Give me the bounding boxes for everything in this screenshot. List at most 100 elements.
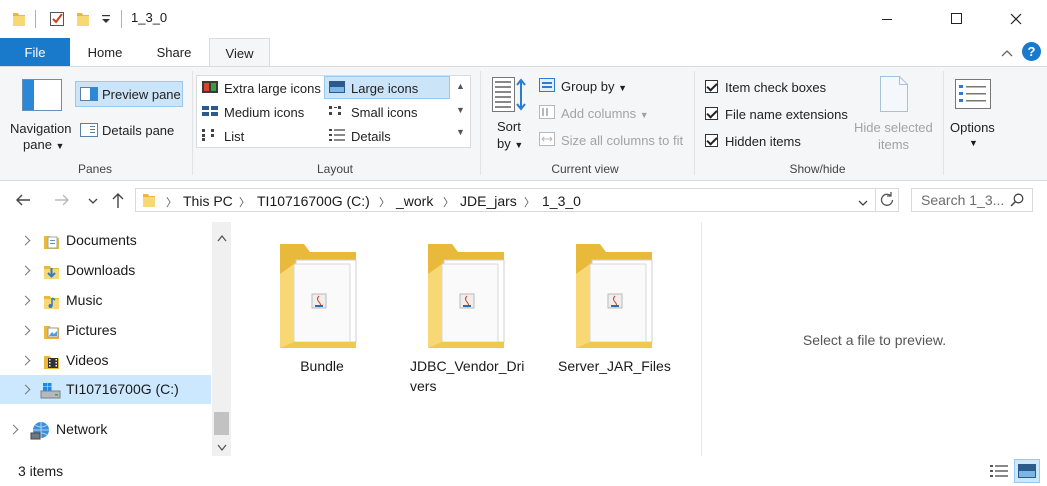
- nav-item-network[interactable]: Network: [0, 415, 211, 444]
- details-view-icon[interactable]: [990, 463, 1008, 482]
- expand-chevron-icon[interactable]: [8, 424, 19, 435]
- address-bar[interactable]: 〉 This PC 〉 TI10716700G (C:) 〉 _work 〉 J…: [135, 188, 876, 212]
- layout-small-icons[interactable]: Small icons: [351, 105, 417, 120]
- scroll-up-icon[interactable]: [217, 230, 227, 245]
- gallery-up-icon[interactable]: ▲: [456, 81, 465, 91]
- breadcrumb-drive[interactable]: TI10716700G (C:): [257, 193, 370, 209]
- options-dropdown-icon[interactable]: ▼: [969, 138, 978, 148]
- downloads-icon: [43, 263, 61, 284]
- add-columns-button[interactable]: Add columns ▼: [561, 106, 649, 121]
- large-icons-icon: [329, 81, 345, 96]
- address-dropdown-icon[interactable]: [858, 196, 868, 211]
- navigation-pane-label-2[interactable]: pane ▼: [23, 137, 64, 152]
- breadcrumb-jde-jars[interactable]: JDE_jars: [460, 193, 517, 209]
- nav-item-videos[interactable]: Videos: [0, 346, 211, 375]
- nav-item-documents[interactable]: Documents: [0, 226, 211, 255]
- layout-list[interactable]: List: [224, 129, 244, 144]
- file-name-extensions-checkbox[interactable]: [705, 107, 718, 120]
- drive-icon: [40, 382, 62, 403]
- preview-pane-icon: [80, 87, 98, 104]
- large-icons-view-button[interactable]: [1014, 459, 1040, 483]
- search-input[interactable]: Search 1_3...: [911, 188, 1033, 212]
- expand-chevron-icon[interactable]: [20, 384, 31, 395]
- folder-item[interactable]: JDBC_Vendor_Dri vers: [410, 242, 524, 394]
- size-all-columns-button[interactable]: Size all columns to fit: [561, 133, 683, 148]
- title-bar: 1_3_0: [0, 0, 1047, 38]
- group-by-button[interactable]: Group by ▼: [561, 79, 627, 94]
- folder-item[interactable]: Server_JAR_Files: [558, 242, 671, 374]
- maximize-button[interactable]: [934, 0, 980, 38]
- nav-item-pictures[interactable]: Pictures: [0, 316, 211, 345]
- layout-large-icons: Large icons: [351, 81, 419, 96]
- forward-icon[interactable]: [53, 192, 71, 211]
- customize-toolbar-icon[interactable]: [101, 10, 111, 28]
- hide-selected-items-button[interactable]: Hide selected: [854, 120, 933, 135]
- minimize-button[interactable]: [864, 0, 910, 38]
- breadcrumb-this-pc[interactable]: This PC: [183, 193, 233, 209]
- breadcrumb-work[interactable]: _work: [396, 193, 433, 209]
- navigation-pane-label[interactable]: Navigation: [10, 121, 71, 136]
- details-pane-icon: [80, 123, 98, 140]
- network-icon: [30, 421, 52, 444]
- layout-group-label: Layout: [316, 162, 354, 176]
- sort-by-label-2[interactable]: by ▼: [497, 136, 523, 151]
- tab-share[interactable]: Share: [140, 38, 208, 67]
- navigation-pane: Documents Downloads Music Pictures Video…: [0, 222, 233, 456]
- tab-file[interactable]: File: [0, 38, 70, 67]
- hide-selected-icon: [880, 76, 908, 115]
- hide-selected-items-button-2[interactable]: items: [878, 137, 909, 152]
- nav-item-music[interactable]: Music: [0, 286, 211, 315]
- videos-icon: [43, 353, 61, 374]
- music-icon: [43, 293, 61, 314]
- options-button[interactable]: Options: [950, 120, 995, 135]
- tab-home[interactable]: Home: [72, 38, 138, 67]
- hidden-items-label: Hidden items: [725, 134, 801, 149]
- search-placeholder: Search 1_3...: [921, 192, 1005, 208]
- scroll-thumb[interactable]: [214, 412, 229, 435]
- close-button[interactable]: [993, 0, 1039, 38]
- hidden-items-checkbox[interactable]: [705, 134, 718, 147]
- properties-icon[interactable]: [49, 10, 65, 28]
- nav-item-downloads[interactable]: Downloads: [0, 256, 211, 285]
- expand-chevron-icon[interactable]: [20, 265, 31, 276]
- nav-item-drive-c[interactable]: TI10716700G (C:): [0, 375, 211, 404]
- details-pane-button[interactable]: Details pane: [102, 123, 174, 138]
- refresh-button[interactable]: [875, 188, 899, 212]
- preview-pane-label: Preview pane: [102, 87, 181, 102]
- item-check-boxes-checkbox[interactable]: [705, 80, 718, 93]
- folder-item[interactable]: Bundle: [272, 242, 372, 374]
- scroll-down-icon[interactable]: [217, 440, 227, 455]
- search-icon: [1010, 193, 1024, 210]
- group-by-icon: [539, 78, 555, 95]
- layout-details[interactable]: Details: [351, 129, 391, 144]
- sort-by-label[interactable]: Sort: [497, 119, 521, 134]
- collapse-ribbon-icon[interactable]: [1000, 46, 1014, 61]
- status-bar: 3 items: [0, 458, 1047, 486]
- back-icon[interactable]: [14, 192, 32, 211]
- new-folder-icon[interactable]: [76, 10, 90, 28]
- up-icon[interactable]: [110, 191, 126, 212]
- navigation-bar: 〉 This PC 〉 TI10716700G (C:) 〉 _work 〉 J…: [0, 184, 1047, 218]
- expand-chevron-icon[interactable]: [20, 355, 31, 366]
- help-icon[interactable]: ?: [1022, 42, 1041, 61]
- layout-medium-icons[interactable]: Medium icons: [224, 105, 304, 120]
- expand-chevron-icon[interactable]: [20, 325, 31, 336]
- pictures-icon: [43, 323, 61, 344]
- gallery-more-icon[interactable]: ▼: [456, 127, 465, 137]
- tab-view[interactable]: View: [209, 38, 270, 68]
- ribbon: Navigation pane ▼ Preview pane Details p…: [0, 66, 1047, 181]
- folder-java-icon: [576, 244, 653, 348]
- nav-scrollbar[interactable]: [212, 222, 231, 456]
- recent-locations-icon[interactable]: [88, 194, 98, 209]
- refresh-icon: [880, 192, 894, 206]
- expand-chevron-icon[interactable]: [20, 235, 31, 246]
- options-icon: [955, 79, 991, 112]
- expand-chevron-icon[interactable]: [20, 295, 31, 306]
- breadcrumb-current[interactable]: 1_3_0: [542, 193, 581, 209]
- small-icons-icon: [329, 105, 345, 120]
- file-name-extensions-label: File name extensions: [725, 107, 848, 122]
- item-check-boxes-label: Item check boxes: [725, 80, 827, 95]
- layout-extra-large-icons[interactable]: Extra large icons: [224, 81, 321, 96]
- medium-icons-icon: [202, 105, 218, 120]
- gallery-down-icon[interactable]: ▼: [456, 105, 465, 115]
